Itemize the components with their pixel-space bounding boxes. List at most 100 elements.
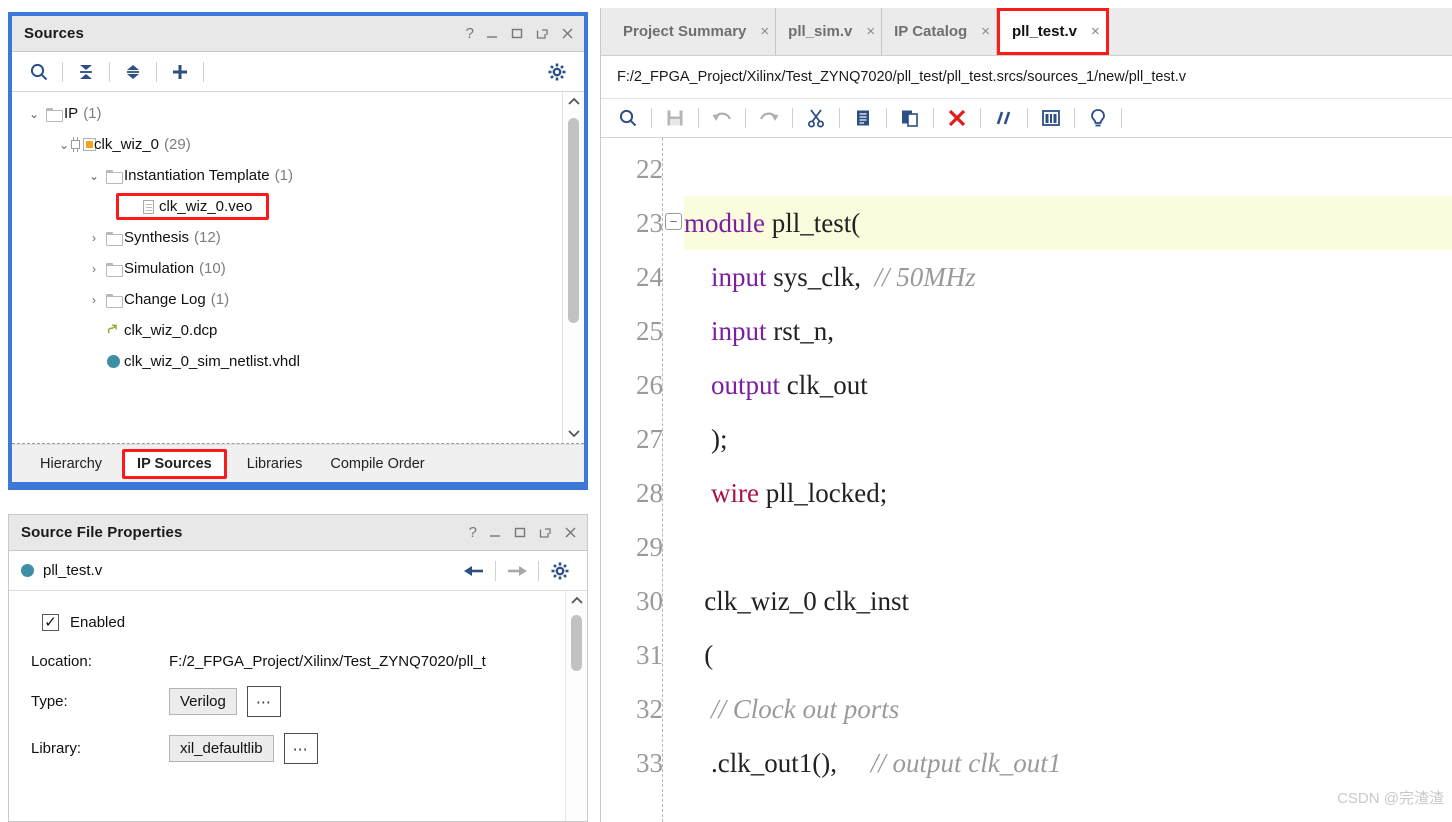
lightbulb-icon[interactable] xyxy=(1081,105,1115,131)
sources-tab-bar[interactable]: Hierarchy IP Sources Libraries Compile Orde… xyxy=(12,444,584,482)
editor-tab-label: pll_sim.v xyxy=(788,23,853,40)
tree-item-label: clk_wiz_0_sim_netlist.vhdl xyxy=(124,353,300,370)
code-fold-icon[interactable]: − xyxy=(665,213,682,230)
code-line: .clk_out1(), // output clk_out1 xyxy=(684,748,1062,778)
close-icon[interactable]: × xyxy=(1091,23,1100,40)
property-browse-button[interactable]: ⋯ xyxy=(246,686,281,717)
enabled-checkbox-row[interactable]: ✓ Enabled xyxy=(31,607,565,637)
columns-icon[interactable] xyxy=(1034,105,1068,131)
gear-icon[interactable] xyxy=(540,59,574,85)
gear-icon[interactable] xyxy=(545,561,575,581)
code-fold-column[interactable]: − xyxy=(662,138,684,822)
chevron-down-icon[interactable]: ⌄ xyxy=(86,169,102,183)
minimize-icon[interactable] xyxy=(489,526,502,539)
tree-item-count: (29) xyxy=(164,136,191,153)
editor-tab-ip-catalog[interactable]: IP Catalog × xyxy=(882,8,997,55)
code-area[interactable]: 22 23 24 25 26 27 28 29 30 31 32 33 − module pll_te… xyxy=(601,138,1452,822)
delete-icon[interactable] xyxy=(940,105,974,131)
back-arrow-icon[interactable] xyxy=(459,563,489,579)
scroll-up-icon[interactable] xyxy=(567,92,581,112)
tree-item[interactable]: clk_wiz_0_sim_netlist.vhdl xyxy=(12,346,562,377)
sources-tab-hierarchy[interactable]: Hierarchy xyxy=(26,455,116,473)
paste-icon[interactable] xyxy=(893,105,927,131)
help-icon[interactable]: ? xyxy=(469,525,477,540)
maximize-icon[interactable] xyxy=(511,27,524,40)
save-icon[interactable] xyxy=(658,105,692,131)
close-icon[interactable] xyxy=(561,27,574,40)
tree-item[interactable]: ⌄ clk_wiz_0 (29) xyxy=(12,129,562,160)
line-number: 33 xyxy=(636,748,663,778)
chevron-right-icon[interactable]: › xyxy=(86,231,102,245)
properties-scrollbar[interactable] xyxy=(565,591,587,821)
expand-all-icon[interactable] xyxy=(116,59,150,85)
properties-file-row: pll_test.v xyxy=(9,551,587,591)
collapse-all-icon[interactable] xyxy=(69,59,103,85)
code-editor-panel: Project Summary × pll_sim.v × IP Catalog × pll… xyxy=(600,8,1452,822)
property-browse-button[interactable]: ⋯ xyxy=(283,733,318,764)
file-icon xyxy=(142,199,154,214)
chevron-down-icon[interactable]: ⌄ xyxy=(26,107,42,121)
search-icon[interactable] xyxy=(611,105,645,131)
code-line: // Clock out ports xyxy=(711,694,900,724)
sources-tab-libraries[interactable]: Libraries xyxy=(233,455,317,473)
tree-item[interactable]: › Simulation (10) xyxy=(12,253,562,284)
tree-item[interactable]: ⌄ Instantiation Template (1) xyxy=(12,160,562,191)
maximize-icon[interactable] xyxy=(514,526,527,539)
code-text[interactable]: module pll_test( input sys_clk, // 50MHz… xyxy=(684,138,1452,822)
property-label: Type: xyxy=(31,693,68,710)
property-value-field[interactable]: xil_defaultlib xyxy=(169,735,274,762)
float-icon[interactable] xyxy=(536,27,549,40)
sources-tab-ip-sources[interactable]: IP Sources xyxy=(122,448,227,479)
tree-item[interactable]: clk_wiz_0.dcp xyxy=(12,315,562,346)
copy-icon[interactable] xyxy=(846,105,880,131)
editor-tab-pll-test-v[interactable]: pll_test.v × xyxy=(999,11,1106,52)
folder-icon xyxy=(105,231,123,246)
sources-tree-scrollbar[interactable] xyxy=(562,92,584,443)
undo-icon[interactable] xyxy=(705,105,739,131)
sources-tab-compile-order[interactable]: Compile Order xyxy=(316,455,438,473)
chevron-right-icon[interactable]: › xyxy=(86,262,102,276)
enabled-checkbox[interactable]: ✓ xyxy=(42,613,59,631)
sources-tree[interactable]: ⌄ IP (1) ⌄ clk_wiz_0 (29) ⌄ Instantiation Templ… xyxy=(12,92,584,444)
editor-tab-pll-sim-v[interactable]: pll_sim.v × xyxy=(776,8,883,55)
editor-tab-project-summary[interactable]: Project Summary × xyxy=(611,8,777,55)
close-icon[interactable] xyxy=(564,526,577,539)
line-number: 31 xyxy=(636,640,663,670)
scrollbar-thumb[interactable] xyxy=(571,615,582,671)
tree-item[interactable]: › Change Log (1) xyxy=(12,284,562,315)
property-label: Library: xyxy=(31,740,82,757)
cut-icon[interactable] xyxy=(799,105,833,131)
tree-item[interactable]: › Synthesis (12) xyxy=(12,222,562,253)
scroll-down-icon[interactable] xyxy=(567,423,581,443)
folder-icon xyxy=(105,169,123,184)
float-icon[interactable] xyxy=(539,526,552,539)
editor-tab-bar[interactable]: Project Summary × pll_sim.v × IP Catalog × pll… xyxy=(601,8,1452,56)
scrollbar-thumb[interactable] xyxy=(568,118,579,323)
tree-item-label: Synthesis xyxy=(124,229,190,246)
line-number: 24 xyxy=(636,262,663,292)
close-icon[interactable]: × xyxy=(981,23,990,40)
comment-icon[interactable] xyxy=(987,105,1021,131)
code-line: module pll_test( xyxy=(684,196,1452,250)
close-icon[interactable]: × xyxy=(866,23,875,40)
scroll-up-icon[interactable] xyxy=(570,591,584,611)
scrollbar-track[interactable] xyxy=(566,611,587,821)
scrollbar-track[interactable] xyxy=(563,112,584,423)
help-icon[interactable]: ? xyxy=(466,26,474,41)
tree-item[interactable]: clk_wiz_0.veo xyxy=(12,191,562,222)
tree-item[interactable]: ⌄ IP (1) xyxy=(12,98,562,129)
sources-tab-label: Compile Order xyxy=(330,455,425,472)
close-icon[interactable]: × xyxy=(760,23,769,40)
chevron-right-icon[interactable]: › xyxy=(86,293,102,307)
property-row: Library: xil_defaultlib ⋯ xyxy=(31,733,565,764)
sources-tab-label: Hierarchy xyxy=(40,455,103,472)
forward-arrow-icon[interactable] xyxy=(502,563,532,579)
tree-item-count: (1) xyxy=(83,105,102,122)
line-number: 32 xyxy=(636,694,663,724)
redo-icon[interactable] xyxy=(752,105,786,131)
add-sources-icon[interactable] xyxy=(163,59,197,85)
line-number: 26 xyxy=(636,370,663,400)
search-icon[interactable] xyxy=(22,59,56,85)
property-value-field[interactable]: Verilog xyxy=(169,688,237,715)
minimize-icon[interactable] xyxy=(486,27,499,40)
